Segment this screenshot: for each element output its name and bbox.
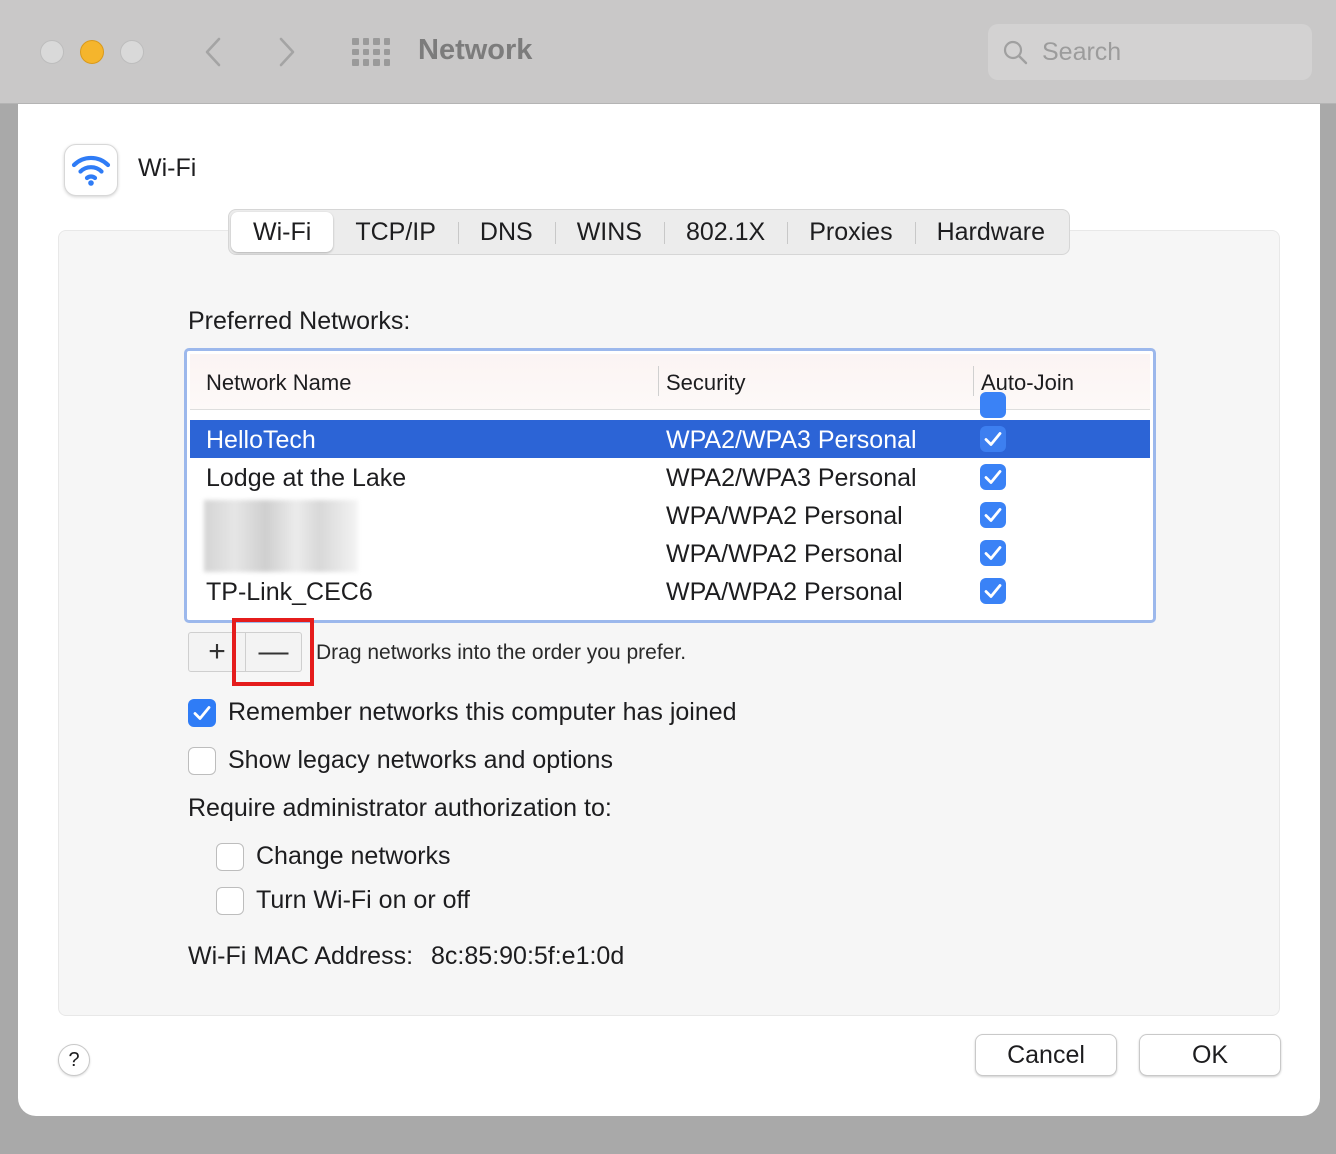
legacy-networks-option[interactable]: Show legacy networks and options xyxy=(188,746,613,775)
table-row[interactable]: WPA/WPA2 Personal xyxy=(190,534,1150,572)
tab-8021x[interactable]: 802.1X xyxy=(663,212,787,252)
tab-dns[interactable]: DNS xyxy=(457,212,555,252)
auto-join-checkbox[interactable] xyxy=(980,502,1006,528)
ok-button[interactable]: OK xyxy=(1139,1034,1281,1076)
table-row[interactable]: WPA/WPA2 Personal xyxy=(190,496,1150,534)
security-cell: WPA/WPA2 Personal xyxy=(666,540,903,568)
close-window-button[interactable] xyxy=(40,40,64,64)
change-networks-label: Change networks xyxy=(256,842,451,870)
checkmark-icon xyxy=(984,508,1002,522)
legacy-networks-checkbox[interactable] xyxy=(188,746,216,775)
admin-authorization-label: Require administrator authorization to: xyxy=(188,794,612,822)
tab-tcpip[interactable]: TCP/IP xyxy=(333,212,458,252)
security-cell: WPA2/WPA3 Personal xyxy=(666,426,917,454)
table-row[interactable]: HelloTech WPA2/WPA3 Personal xyxy=(190,420,1150,458)
turn-wifi-label: Turn Wi-Fi on or off xyxy=(256,886,470,914)
window-titlebar: Network Search xyxy=(0,0,1336,104)
back-button[interactable] xyxy=(198,30,228,74)
auto-join-checkbox[interactable] xyxy=(980,392,1006,418)
auto-join-checkbox[interactable] xyxy=(980,464,1006,490)
show-all-grid-icon[interactable] xyxy=(352,38,390,66)
security-cell: WPA/WPA2 Personal xyxy=(666,502,903,530)
remove-button-highlight xyxy=(232,618,314,686)
settings-tab-bar: Wi-Fi TCP/IP DNS WINS 802.1X Proxies Har… xyxy=(228,209,1070,255)
remember-networks-option[interactable]: Remember networks this computer has join… xyxy=(188,698,737,727)
checkmark-icon xyxy=(984,584,1002,598)
checkmark-icon xyxy=(984,432,1002,446)
chevron-right-icon xyxy=(279,37,295,67)
security-cell: WPA2/WPA3 Personal xyxy=(666,464,917,492)
forward-button[interactable] xyxy=(272,30,302,74)
mac-address-row: Wi-Fi MAC Address: 8c:85:90:5f:e1:0d xyxy=(188,942,624,971)
network-name-cell: HelloTech xyxy=(206,426,316,454)
security-cell: WPA/WPA2 Personal xyxy=(666,578,903,606)
help-button[interactable]: ? xyxy=(58,1044,90,1076)
wifi-settings-sheet: Wi-Fi Wi-Fi TCP/IP DNS WINS 802.1X Proxi… xyxy=(18,104,1320,1116)
network-name-cell: TP-Link_CEC6 xyxy=(206,578,373,606)
drag-hint-text: Drag networks into the order you prefer. xyxy=(316,641,687,664)
tab-wifi[interactable]: Wi-Fi xyxy=(231,212,334,252)
checkmark-icon xyxy=(193,705,211,720)
table-row[interactable]: TP-Link_CEC6 WPA/WPA2 Personal xyxy=(190,572,1150,610)
remember-networks-checkbox[interactable] xyxy=(188,698,216,727)
window-title: Network xyxy=(418,34,533,66)
tab-hardware[interactable]: Hardware xyxy=(914,212,1067,252)
mac-address-value: 8c:85:90:5f:e1:0d xyxy=(431,942,625,970)
column-header-security[interactable]: Security xyxy=(666,370,745,396)
chevron-left-icon xyxy=(205,37,221,67)
mac-address-label: Wi-Fi MAC Address: xyxy=(188,942,414,970)
interface-name: Wi-Fi xyxy=(138,154,197,182)
zoom-window-button[interactable] xyxy=(120,40,144,64)
preferred-networks-table[interactable]: Network Name Security Auto-Join HelloTec… xyxy=(184,348,1156,623)
remember-networks-label: Remember networks this computer has join… xyxy=(228,698,737,726)
auto-join-checkbox[interactable] xyxy=(980,578,1006,604)
table-row[interactable]: Lodge at the Lake WPA2/WPA3 Personal xyxy=(190,458,1150,496)
minimize-window-button[interactable] xyxy=(80,40,104,64)
checkmark-icon xyxy=(984,470,1002,484)
table-header: Network Name Security Auto-Join xyxy=(190,354,1150,410)
search-icon xyxy=(1003,40,1028,65)
cancel-button[interactable]: Cancel xyxy=(975,1034,1117,1076)
checkmark-icon xyxy=(984,546,1002,560)
auto-join-checkbox[interactable] xyxy=(980,540,1006,566)
wifi-icon xyxy=(71,155,111,186)
table-rows: HelloTech WPA2/WPA3 Personal Lodge at th… xyxy=(190,392,1150,617)
legacy-networks-label: Show legacy networks and options xyxy=(228,746,613,774)
change-networks-checkbox[interactable] xyxy=(216,842,244,871)
preferred-networks-label: Preferred Networks: xyxy=(188,307,411,335)
turn-wifi-option[interactable]: Turn Wi-Fi on or off xyxy=(216,886,470,915)
auto-join-checkbox[interactable] xyxy=(980,426,1006,452)
tab-wins[interactable]: WINS xyxy=(554,212,664,252)
turn-wifi-checkbox[interactable] xyxy=(216,886,244,915)
search-placeholder: Search xyxy=(1042,37,1122,66)
wifi-interface-icon xyxy=(64,144,118,196)
tab-proxies[interactable]: Proxies xyxy=(787,212,914,252)
column-header-network-name[interactable]: Network Name xyxy=(206,370,351,396)
change-networks-option[interactable]: Change networks xyxy=(216,842,451,871)
network-name-cell: Lodge at the Lake xyxy=(206,464,407,492)
search-field[interactable]: Search xyxy=(988,24,1312,80)
